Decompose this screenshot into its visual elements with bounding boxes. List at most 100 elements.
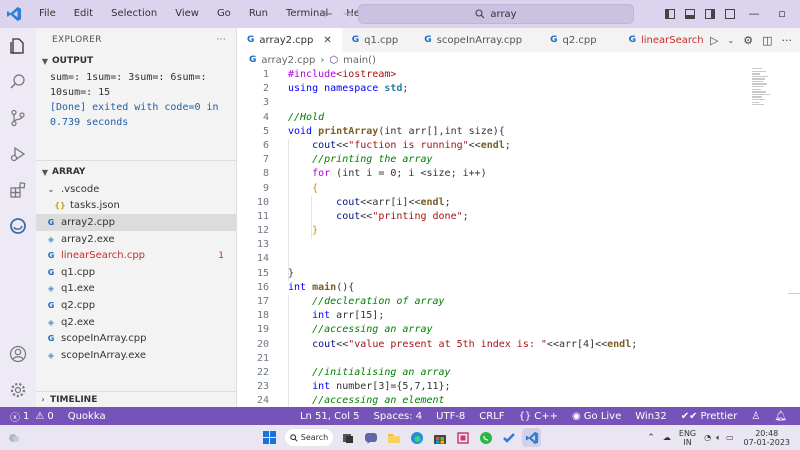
tab-q2-cpp[interactable]: G q2.cpp [532, 28, 606, 52]
language-mode[interactable]: {} C++ [512, 411, 565, 422]
close-window-icon[interactable]: ✕ [796, 0, 800, 28]
chevron-up-icon[interactable]: ⌃ [647, 433, 655, 443]
language-indicator[interactable]: ENG IN [679, 429, 696, 447]
menu-go[interactable]: Go [208, 0, 240, 28]
code-editor[interactable]: 1 #include<iostream> 2 using namespace std… [237, 68, 747, 407]
menu-selection[interactable]: Selection [102, 0, 166, 28]
manage-gear-icon[interactable] [0, 372, 36, 408]
scrollbar-thumb[interactable] [788, 293, 800, 294]
tree-item-linearsearch-cpp[interactable]: G linearSearch.cpp 1 [36, 247, 236, 264]
account-icon[interactable] [0, 336, 36, 372]
eol-status[interactable]: CRLF [472, 411, 511, 422]
tree-item-scopeinarray-exe[interactable]: ◈ scopeInArray.exe [36, 347, 236, 364]
notifications-bell-icon[interactable]: 🔔︎ [767, 411, 794, 422]
tree-item-array2-exe[interactable]: ◈ array2.exe [36, 231, 236, 248]
output-panel[interactable]: sum=: 1sum=: 3sum=: 6sum=: 10sum=: 15 [D… [36, 70, 236, 160]
tab-linearsearch[interactable]: G linearSearch [607, 28, 714, 52]
tree-item-tasks-json[interactable]: {} tasks.json [36, 198, 236, 215]
tab-array2-cpp[interactable]: G array2.cpp ✕ [237, 28, 342, 52]
output-section-header[interactable]: ▼ OUTPUT [36, 52, 236, 70]
timeline-section-header[interactable]: › TIMELINE [36, 391, 236, 407]
indentation-status[interactable]: Spaces: 4 [367, 411, 430, 422]
toggle-secondary-sidebar-icon[interactable] [705, 9, 715, 19]
problems-indicator[interactable]: ⓧ 1 ⚠ 0 [0, 409, 61, 424]
toggle-sidebar-icon[interactable] [665, 9, 675, 19]
battery-icon[interactable]: ▭ [726, 433, 734, 442]
clock[interactable]: 20:48 07-01-2023 [744, 429, 791, 447]
output-line: 10sum=: 15 [50, 87, 111, 98]
volume-icon[interactable]: 🔈︎ [716, 433, 721, 443]
go-live-button[interactable]: ◉ Go Live [565, 411, 628, 422]
run-debug-icon[interactable] [0, 136, 36, 172]
tree-item-q1-cpp[interactable]: G q1.cpp [36, 264, 236, 281]
more-actions-icon[interactable]: ··· [782, 34, 793, 47]
forward-arrow-icon[interactable]: → [343, 7, 354, 22]
customize-layout-icon[interactable] [725, 9, 735, 19]
prettier-status[interactable]: ✔✔ Prettier [674, 411, 745, 422]
output-line: sum=: 1sum=: 3sum=: 6sum=: [50, 72, 207, 83]
wifi-icon[interactable]: ◔ [704, 433, 711, 442]
vscode-taskbar-icon[interactable] [522, 428, 541, 447]
search-view-icon[interactable] [0, 64, 36, 100]
code-line: 10 cout<<arr[i]<<endl; [256, 196, 451, 208]
breadcrumb-file[interactable]: array2.cpp [261, 55, 315, 66]
more-actions-icon[interactable]: ··· [217, 35, 226, 45]
command-center-search[interactable]: array [358, 4, 634, 24]
source-control-icon[interactable] [0, 100, 36, 136]
chevron-down-icon[interactable]: ⌄ [728, 36, 735, 45]
cursor-position[interactable]: Ln 51, Col 5 [293, 411, 367, 422]
split-editor-icon[interactable]: ◫ [762, 34, 772, 47]
explorer-files-icon[interactable] [0, 28, 36, 64]
minimap[interactable] [752, 68, 792, 128]
quokka-status[interactable]: Quokka [61, 411, 113, 422]
cloud-icon[interactable]: ☁ [663, 433, 671, 442]
tree-item-q2-cpp[interactable]: G q2.cpp [36, 297, 236, 314]
close-tab-icon[interactable]: ✕ [323, 35, 331, 46]
edge-taskbar-icon[interactable] [407, 428, 426, 447]
minimize-icon[interactable]: — [740, 0, 768, 28]
cpp-file-icon: G [424, 35, 432, 45]
folder-section-header[interactable]: ▼ ARRAY [36, 163, 236, 181]
edge-browser-icon[interactable] [0, 208, 36, 244]
tree-item-label: .vscode [61, 183, 100, 195]
todo-check-icon[interactable] [499, 428, 518, 447]
store-icon[interactable] [430, 428, 449, 447]
run-play-icon[interactable]: ▷ [710, 34, 718, 47]
maximize-icon[interactable]: ▫ [768, 0, 796, 28]
back-arrow-icon[interactable]: ← [322, 7, 333, 22]
accounts-status-icon[interactable]: ♙ [744, 411, 767, 422]
taskbar-search[interactable]: Search [285, 429, 333, 446]
tree-item-scopeinarray-cpp[interactable]: G scopeInArray.cpp [36, 330, 236, 347]
code-line: 17 //decleration of array [256, 296, 445, 307]
settings-gear-icon[interactable]: ⚙ [743, 34, 753, 47]
tab-label: q2.cpp [562, 34, 597, 46]
clock-time: 20:48 [755, 428, 779, 438]
encoding-status[interactable]: UTF-8 [429, 411, 472, 422]
menu-run[interactable]: Run [240, 0, 277, 28]
breadcrumb-symbol[interactable]: main() [343, 55, 376, 66]
tree-item-array2-cpp[interactable]: G array2.cpp [36, 214, 236, 231]
platform-status[interactable]: Win32 [628, 411, 674, 422]
teams-chat-icon[interactable] [361, 428, 380, 447]
windows-start-icon[interactable] [260, 428, 279, 447]
task-view-icon[interactable] [338, 428, 357, 447]
double-check-icon: ✔✔ [680, 410, 698, 422]
error-count-badge: 1 [218, 250, 224, 261]
warning-count: 0 [47, 410, 54, 422]
tree-item-vscode-folder[interactable]: ⌄ .vscode [36, 181, 236, 198]
file-explorer-icon[interactable] [384, 428, 403, 447]
tree-item-q1-exe[interactable]: ◈ q1.exe [36, 281, 236, 298]
menu-file[interactable]: File [30, 0, 65, 28]
menu-edit[interactable]: Edit [65, 0, 102, 28]
dell-app-icon[interactable] [453, 428, 472, 447]
menu-view[interactable]: View [166, 0, 208, 28]
tab-q1-cpp[interactable]: G q1.cpp [342, 28, 408, 52]
whatsapp-icon[interactable] [476, 428, 495, 447]
chevron-down-icon: ▼ [41, 167, 49, 177]
weather-icon[interactable] [4, 428, 23, 447]
toggle-panel-icon[interactable] [685, 9, 695, 19]
extensions-icon[interactable] [0, 172, 36, 208]
tree-item-q2-exe[interactable]: ◈ q2.exe [36, 314, 236, 331]
cpp-file-icon: G [249, 55, 257, 65]
tab-scopeinarray-cpp[interactable]: G scopeInArray.cpp [408, 28, 532, 52]
